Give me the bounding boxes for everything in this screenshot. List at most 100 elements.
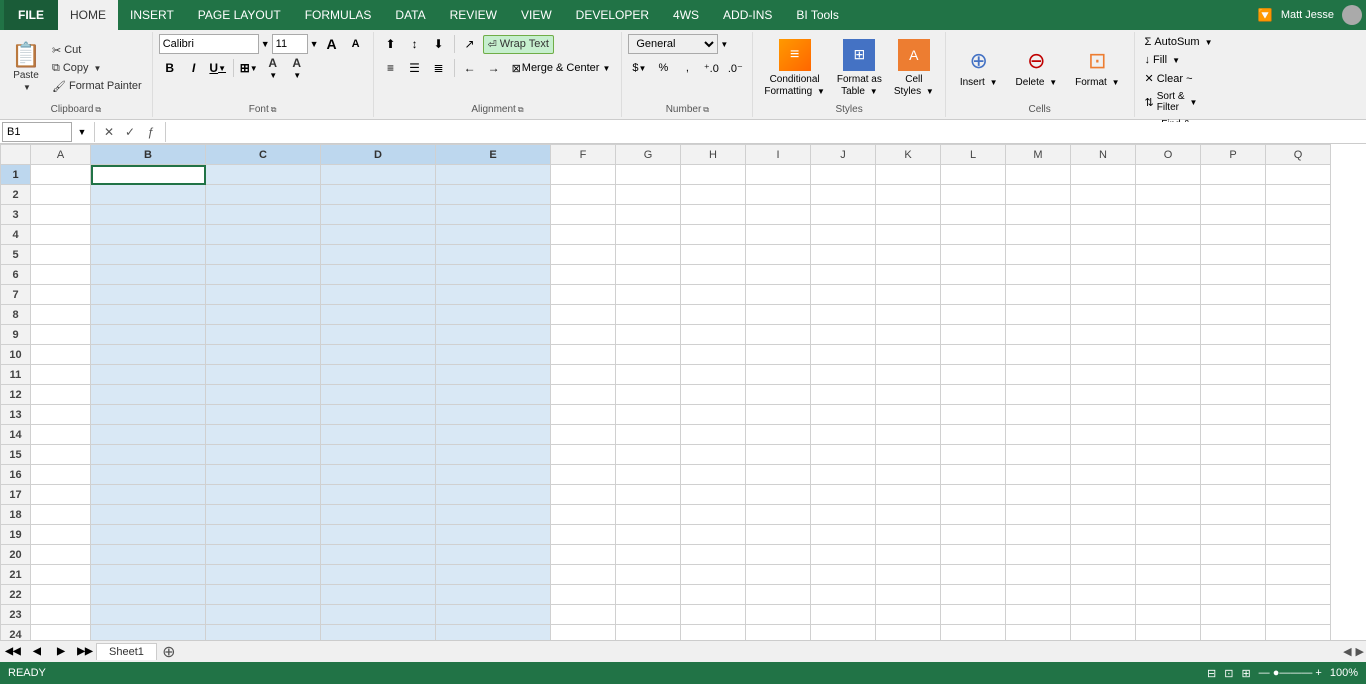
cell-M10[interactable] bbox=[1006, 345, 1071, 365]
cell-K9[interactable] bbox=[876, 325, 941, 345]
cell-Q18[interactable] bbox=[1266, 505, 1331, 525]
cell-B15[interactable] bbox=[91, 445, 206, 465]
cell-E20[interactable] bbox=[436, 545, 551, 565]
cell-N1[interactable] bbox=[1071, 165, 1136, 185]
cell-F20[interactable] bbox=[551, 545, 616, 565]
cell-N18[interactable] bbox=[1071, 505, 1136, 525]
cell-L1[interactable] bbox=[941, 165, 1006, 185]
cell-M19[interactable] bbox=[1006, 525, 1071, 545]
cell-C7[interactable] bbox=[206, 285, 321, 305]
cell-K18[interactable] bbox=[876, 505, 941, 525]
cell-C6[interactable] bbox=[206, 265, 321, 285]
cell-H17[interactable] bbox=[681, 485, 746, 505]
tab-insert[interactable]: INSERT bbox=[118, 0, 186, 30]
row-header-1[interactable]: 1 bbox=[1, 165, 31, 185]
cell-J18[interactable] bbox=[811, 505, 876, 525]
cell-J9[interactable] bbox=[811, 325, 876, 345]
cell-J7[interactable] bbox=[811, 285, 876, 305]
cell-O5[interactable] bbox=[1136, 245, 1201, 265]
cell-E5[interactable] bbox=[436, 245, 551, 265]
cell-O16[interactable] bbox=[1136, 465, 1201, 485]
col-header-N[interactable]: N bbox=[1071, 145, 1136, 165]
cell-H5[interactable] bbox=[681, 245, 746, 265]
cell-Q15[interactable] bbox=[1266, 445, 1331, 465]
cell-L11[interactable] bbox=[941, 365, 1006, 385]
cell-N6[interactable] bbox=[1071, 265, 1136, 285]
cell-B24[interactable] bbox=[91, 625, 206, 641]
cut-button[interactable]: ✂ Cut bbox=[48, 42, 146, 59]
cell-A23[interactable] bbox=[31, 605, 91, 625]
font-name-input[interactable] bbox=[159, 34, 259, 54]
cell-E3[interactable] bbox=[436, 205, 551, 225]
cell-N22[interactable] bbox=[1071, 585, 1136, 605]
cell-L3[interactable] bbox=[941, 205, 1006, 225]
cell-C22[interactable] bbox=[206, 585, 321, 605]
cell-E21[interactable] bbox=[436, 565, 551, 585]
cell-B4[interactable] bbox=[91, 225, 206, 245]
row-header-4[interactable]: 4 bbox=[1, 225, 31, 245]
cell-B8[interactable] bbox=[91, 305, 206, 325]
view-page-break-btn[interactable]: ⊞ bbox=[1241, 667, 1250, 680]
cell-P19[interactable] bbox=[1201, 525, 1266, 545]
cell-F13[interactable] bbox=[551, 405, 616, 425]
cell-C15[interactable] bbox=[206, 445, 321, 465]
wrap-text-button[interactable]: ⏎ Wrap Text bbox=[483, 35, 554, 54]
tab-page-layout[interactable]: PAGE LAYOUT bbox=[186, 0, 293, 30]
cell-Q5[interactable] bbox=[1266, 245, 1331, 265]
tab-file[interactable]: FILE bbox=[4, 0, 58, 30]
row-header-7[interactable]: 7 bbox=[1, 285, 31, 305]
view-page-layout-btn[interactable]: ⊡ bbox=[1224, 667, 1233, 680]
cell-D11[interactable] bbox=[321, 365, 436, 385]
cell-P3[interactable] bbox=[1201, 205, 1266, 225]
col-header-Q[interactable]: Q bbox=[1266, 145, 1331, 165]
cell-I1[interactable] bbox=[746, 165, 811, 185]
increase-indent-button[interactable]: → bbox=[483, 58, 505, 78]
cell-H2[interactable] bbox=[681, 185, 746, 205]
col-header-O[interactable]: O bbox=[1136, 145, 1201, 165]
cell-D20[interactable] bbox=[321, 545, 436, 565]
cell-O21[interactable] bbox=[1136, 565, 1201, 585]
cell-A9[interactable] bbox=[31, 325, 91, 345]
cell-J24[interactable] bbox=[811, 625, 876, 641]
cell-A6[interactable] bbox=[31, 265, 91, 285]
sheet-nav-prev[interactable]: ◀ bbox=[26, 642, 48, 662]
cell-F21[interactable] bbox=[551, 565, 616, 585]
cell-I12[interactable] bbox=[746, 385, 811, 405]
cell-K3[interactable] bbox=[876, 205, 941, 225]
cell-A22[interactable] bbox=[31, 585, 91, 605]
row-header-13[interactable]: 13 bbox=[1, 405, 31, 425]
cell-J16[interactable] bbox=[811, 465, 876, 485]
cell-I22[interactable] bbox=[746, 585, 811, 605]
cell-J6[interactable] bbox=[811, 265, 876, 285]
cell-H13[interactable] bbox=[681, 405, 746, 425]
cell-B2[interactable] bbox=[91, 185, 206, 205]
cell-I18[interactable] bbox=[746, 505, 811, 525]
cell-N23[interactable] bbox=[1071, 605, 1136, 625]
cell-P15[interactable] bbox=[1201, 445, 1266, 465]
text-angle-button[interactable]: ↗ bbox=[459, 34, 481, 54]
cell-O1[interactable] bbox=[1136, 165, 1201, 185]
cell-M1[interactable] bbox=[1006, 165, 1071, 185]
cell-I13[interactable] bbox=[746, 405, 811, 425]
cell-B14[interactable] bbox=[91, 425, 206, 445]
decrease-indent-button[interactable]: ← bbox=[459, 58, 481, 78]
cell-C2[interactable] bbox=[206, 185, 321, 205]
cell-G8[interactable] bbox=[616, 305, 681, 325]
cell-M7[interactable] bbox=[1006, 285, 1071, 305]
cell-N16[interactable] bbox=[1071, 465, 1136, 485]
cell-A21[interactable] bbox=[31, 565, 91, 585]
cell-H24[interactable] bbox=[681, 625, 746, 641]
new-sheet-button[interactable]: ⊕ bbox=[159, 642, 179, 662]
cell-Q12[interactable] bbox=[1266, 385, 1331, 405]
name-box[interactable] bbox=[2, 122, 72, 142]
cell-I21[interactable] bbox=[746, 565, 811, 585]
name-box-dropdown[interactable]: ▼ bbox=[74, 127, 90, 137]
cell-K6[interactable] bbox=[876, 265, 941, 285]
cell-Q11[interactable] bbox=[1266, 365, 1331, 385]
cell-E2[interactable] bbox=[436, 185, 551, 205]
cell-I24[interactable] bbox=[746, 625, 811, 641]
bold-button[interactable]: B bbox=[159, 58, 181, 78]
cell-A13[interactable] bbox=[31, 405, 91, 425]
cell-Q13[interactable] bbox=[1266, 405, 1331, 425]
cell-P9[interactable] bbox=[1201, 325, 1266, 345]
